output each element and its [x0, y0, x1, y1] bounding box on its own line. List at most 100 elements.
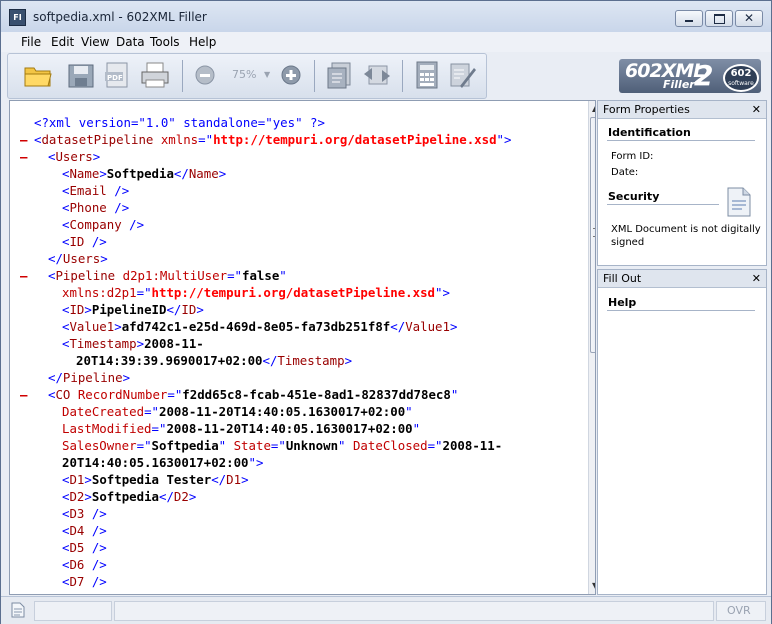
menu-view[interactable]: View [81, 35, 109, 49]
code-line[interactable]: <Timestamp>2008-11- [62, 335, 204, 352]
code-line[interactable]: <D7 /> [62, 573, 107, 590]
code-line[interactable]: <Value1>afd742c1-e25d-469d-8e05-fa73db25… [62, 318, 457, 335]
code-line[interactable]: <CO RecordNumber="f2dd65c8-fcab-451e-8ad… [48, 386, 458, 403]
code-line[interactable]: xmlns:d2p1="http://tempuri.org/datasetPi… [62, 284, 450, 301]
minimize-button[interactable] [675, 10, 703, 27]
restore-icon [714, 14, 725, 24]
code-line[interactable]: <D4 /> [62, 522, 107, 539]
pdf-button[interactable]: PDF [102, 60, 134, 90]
code-token: Company [69, 217, 122, 232]
code-line[interactable]: <ID /> [62, 233, 107, 250]
menu-file[interactable]: File [21, 35, 41, 49]
code-line[interactable]: <D2>Softpedia</D2> [62, 488, 196, 505]
code-token: DateClosed [345, 438, 428, 453]
collapse-toggle[interactable]: – [20, 267, 27, 284]
scroll-thumb[interactable] [590, 117, 595, 353]
code-token: > [218, 166, 227, 181]
menu-edit[interactable]: Edit [51, 35, 74, 49]
code-line[interactable]: <Email /> [62, 182, 129, 199]
code-token: =" [136, 438, 152, 453]
collapse-toggle[interactable]: – [20, 148, 27, 165]
save-button[interactable] [66, 60, 98, 90]
menu-tools[interactable]: Tools [150, 35, 180, 49]
logo-badge: 602 software [723, 64, 759, 92]
code-token: > [84, 489, 92, 504]
close-icon[interactable]: ✕ [752, 101, 761, 118]
code-token: CO [55, 387, 71, 402]
code-line[interactable]: <D1>Softpedia Tester</D1> [62, 471, 249, 488]
logo-subtext: Filler [663, 78, 695, 91]
code-line[interactable]: SalesOwner="Softpedia" State="Unknown" D… [62, 437, 502, 454]
code-token: d2p1:MultiUser [115, 268, 228, 283]
title-bar[interactable]: FI softpedia.xml - 602XML Filler ✕ [1, 1, 771, 32]
scroll-down-icon[interactable]: ▼ [592, 581, 595, 590]
code-token: > [114, 319, 122, 334]
status-cell: OVR [716, 601, 766, 621]
sign-button[interactable] [446, 60, 478, 90]
code-token: =" [151, 421, 167, 436]
code-token: 2008-11- [442, 438, 503, 453]
code-line[interactable]: <datasetPipeline xmlns="http://tempuri.o… [34, 131, 511, 148]
code-token: > [92, 149, 101, 164]
collapse-toggle[interactable]: – [20, 386, 27, 403]
code-token: 2008-11- [144, 336, 204, 351]
code-token: </ [173, 166, 189, 181]
zoom-out-button[interactable] [192, 60, 218, 90]
code-token: Softpedia [106, 166, 174, 181]
code-token: > [196, 302, 204, 317]
code-token: Softpedia Tester [91, 472, 212, 487]
xml-editor[interactable]: <?xml version="1.0" standalone="yes" ?> –… [9, 100, 596, 595]
code-line[interactable]: 20T14:39:39.9690017+02:00</Timestamp> [76, 352, 352, 369]
code-token: Unknown [285, 438, 339, 453]
restore-button[interactable] [705, 10, 733, 27]
menu-data[interactable]: Data [116, 35, 145, 49]
form-properties-header: Form Properties ✕ [598, 101, 766, 119]
code-line[interactable]: DateCreated="2008-11-20T14:40:05.1630017… [62, 403, 413, 420]
help-heading: Help [608, 296, 637, 309]
code-line[interactable]: <D8 /> [62, 590, 107, 594]
code-token: =" [427, 438, 443, 453]
identification-heading: Identification [608, 126, 691, 139]
code-line[interactable]: <Company /> [62, 216, 144, 233]
code-line[interactable]: <?xml version="1.0" standalone="yes" ?> [34, 114, 325, 131]
calculator-button[interactable] [412, 60, 442, 90]
code-token: <?xml version="1.0" standalone="yes" ?> [34, 115, 325, 130]
import-button[interactable] [324, 60, 356, 90]
code-line[interactable]: </Pipeline> [48, 369, 130, 386]
zoom-in-button[interactable] [278, 60, 304, 90]
close-icon: ✕ [744, 11, 755, 25]
code-line[interactable]: <D3 /> [62, 505, 107, 522]
print-button[interactable] [138, 60, 172, 90]
vertical-scrollbar[interactable]: ▲ ▼ [588, 101, 595, 594]
code-line[interactable]: <Name>Softpedia</Name> [62, 165, 226, 182]
close-button[interactable]: ✕ [735, 10, 763, 27]
form-properties-panel: Form Properties ✕ Identification Form ID… [597, 100, 767, 266]
close-icon[interactable]: ✕ [752, 270, 761, 287]
code-token: Users [55, 149, 93, 164]
code-token: "> [496, 132, 512, 147]
code-line[interactable]: <D6 /> [62, 556, 107, 573]
code-line[interactable]: 20T14:40:05.1630017+02:00"> [62, 454, 263, 471]
status-bar: OVR [1, 596, 771, 624]
code-token: xmlns [153, 132, 199, 147]
scroll-up-icon[interactable]: ▲ [592, 104, 595, 113]
code-line[interactable]: <Phone /> [62, 199, 129, 216]
code-token: RecordNumber [70, 387, 168, 402]
code-token: Pipeline [62, 370, 123, 385]
code-line[interactable]: <Pipeline d2p1:MultiUser="false" [48, 267, 287, 284]
logo-badge-text: software [728, 80, 754, 87]
toolbar-separator [314, 60, 315, 92]
code-line[interactable]: <D5 /> [62, 539, 107, 556]
code-line[interactable]: LastModified="2008-11-20T14:40:05.163001… [62, 420, 420, 437]
app-icon[interactable]: FI [9, 9, 26, 26]
code-line[interactable]: </Users> [48, 250, 108, 267]
collapse-toggle[interactable]: – [20, 131, 27, 148]
zoom-select[interactable]: 75% ▼ [226, 60, 274, 90]
menu-help[interactable]: Help [189, 35, 216, 49]
open-button[interactable] [22, 60, 54, 90]
refresh-button[interactable] [360, 60, 394, 90]
code-line[interactable]: <Users> [48, 148, 100, 165]
status-cell [34, 601, 112, 621]
code-line[interactable]: <ID>PipelineID</ID> [62, 301, 204, 318]
code-token: /> [84, 557, 107, 572]
